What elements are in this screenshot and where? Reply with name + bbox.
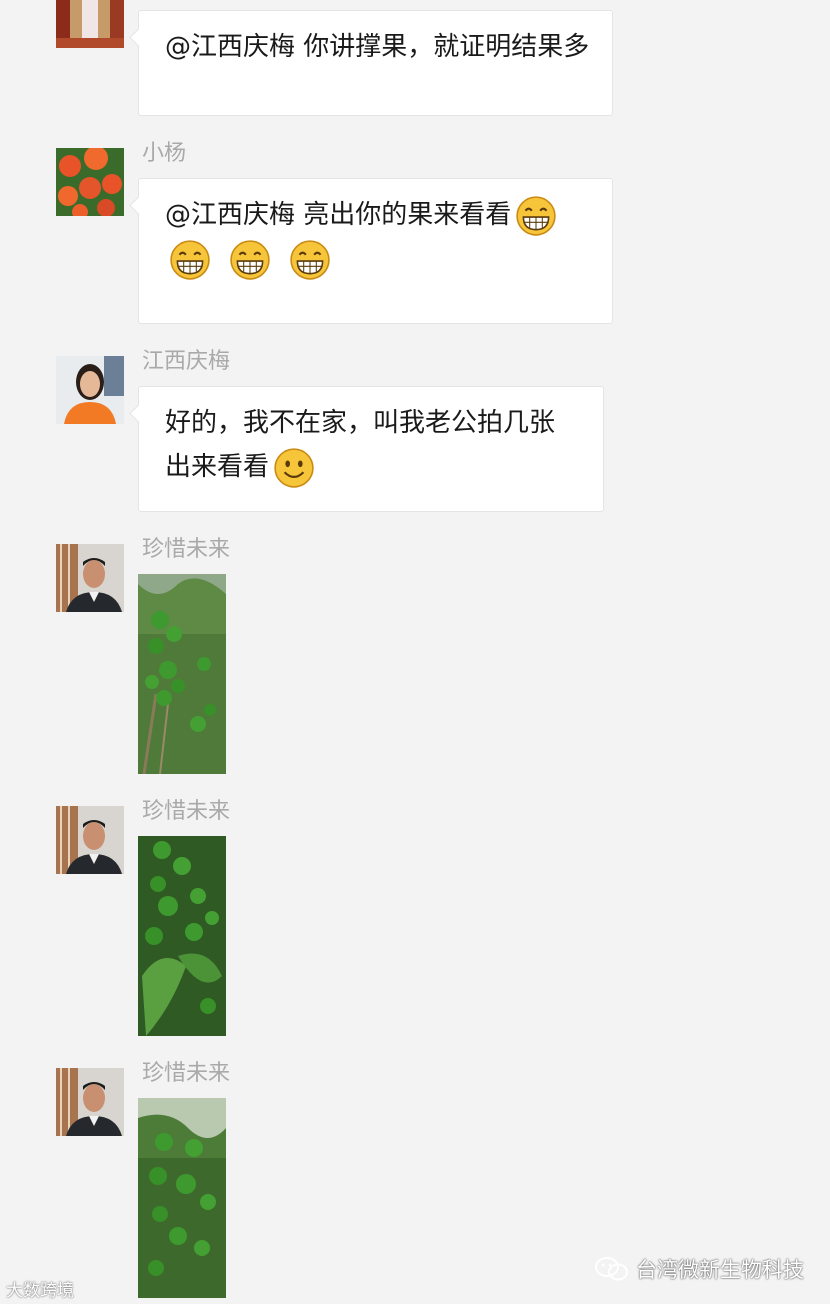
fruit-photo[interactable]: [138, 574, 226, 774]
avatar[interactable]: [56, 0, 124, 48]
smile-emoji-icon: [273, 447, 315, 489]
grin-emoji-icon: [289, 239, 331, 281]
watermark-right-text: 台湾微新生物科技: [636, 1258, 804, 1282]
watermark-left: 大数跨境: [6, 1276, 74, 1301]
grin-emoji-icon: [515, 195, 557, 237]
avatar[interactable]: [56, 544, 124, 612]
avatar[interactable]: [56, 1068, 124, 1136]
wechat-icon: [595, 1257, 628, 1281]
message-text-line: 出来看看: [165, 452, 270, 482]
sender-name: 珍惜未来: [142, 1061, 231, 1086]
watermark-left-text: 大数跨境: [6, 1281, 74, 1301]
fruit-photo[interactable]: [138, 836, 226, 1036]
message-bubble[interactable]: @江西庆梅 你讲撑果，就证明结果多: [138, 10, 613, 116]
message-bubble[interactable]: 好的，我不在家，叫我老公拍几张 出来看看: [138, 386, 604, 512]
grin-emoji-icon: [169, 239, 211, 281]
sender-name: 江西庆梅: [142, 349, 231, 374]
message-text: @江西庆梅 你讲撑果，就证明结果多: [165, 32, 590, 62]
message-text: @江西庆梅 亮出你的果来看看: [165, 200, 512, 230]
avatar[interactable]: [56, 806, 124, 874]
message-bubble[interactable]: @江西庆梅 亮出你的果来看看: [138, 178, 613, 324]
sender-name: 小杨: [142, 141, 187, 166]
grin-emoji-icon: [229, 239, 271, 281]
sender-name: 珍惜未来: [142, 799, 231, 824]
sender-name: 珍惜未来: [142, 537, 231, 562]
message-text-line: 好的，我不在家，叫我老公拍几张: [165, 408, 556, 438]
fruit-photo[interactable]: [138, 1098, 226, 1298]
watermark-right: 台湾微新生物科技: [594, 1254, 804, 1284]
avatar[interactable]: [56, 148, 124, 216]
avatar[interactable]: [56, 356, 124, 424]
